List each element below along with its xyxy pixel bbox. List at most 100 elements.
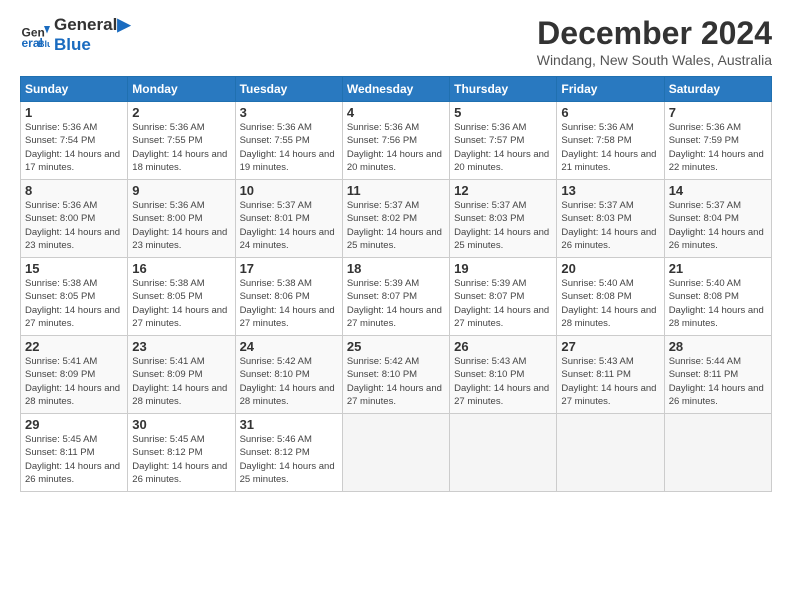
calendar-day: 20Sunrise: 5:40 AMSunset: 8:08 PMDayligh… <box>557 258 664 336</box>
calendar-table: Sunday Monday Tuesday Wednesday Thursday… <box>20 76 772 492</box>
svg-text:Blue: Blue <box>38 39 50 49</box>
calendar-day: 17Sunrise: 5:38 AMSunset: 8:06 PMDayligh… <box>235 258 342 336</box>
day-number: 15 <box>25 261 123 276</box>
day-info: Sunrise: 5:41 AMSunset: 8:09 PMDaylight:… <box>25 355 123 408</box>
calendar-day: 10Sunrise: 5:37 AMSunset: 8:01 PMDayligh… <box>235 180 342 258</box>
day-info: Sunrise: 5:39 AMSunset: 8:07 PMDaylight:… <box>347 277 445 330</box>
header-row: Sunday Monday Tuesday Wednesday Thursday… <box>21 77 772 102</box>
day-number: 14 <box>669 183 767 198</box>
calendar-day: 1Sunrise: 5:36 AMSunset: 7:54 PMDaylight… <box>21 102 128 180</box>
col-monday: Monday <box>128 77 235 102</box>
day-info: Sunrise: 5:36 AMSunset: 7:54 PMDaylight:… <box>25 121 123 174</box>
day-info: Sunrise: 5:38 AMSunset: 8:05 PMDaylight:… <box>132 277 230 330</box>
calendar-day: 4Sunrise: 5:36 AMSunset: 7:56 PMDaylight… <box>342 102 449 180</box>
calendar-day: 18Sunrise: 5:39 AMSunset: 8:07 PMDayligh… <box>342 258 449 336</box>
day-number: 19 <box>454 261 552 276</box>
calendar-day: 25Sunrise: 5:42 AMSunset: 8:10 PMDayligh… <box>342 336 449 414</box>
calendar-week-3: 15 Sunrise: 5:38 AMSunset: 8:05 PMDayligh… <box>21 258 772 336</box>
calendar-day <box>342 414 449 492</box>
logo-icon: Gen eral Blue <box>20 20 50 50</box>
day-number: 31 <box>240 417 338 432</box>
day-number: 3 <box>240 105 338 120</box>
header: Gen eral Blue General▶ Blue December 202… <box>20 15 772 68</box>
day-number: 10 <box>240 183 338 198</box>
day-info: Sunrise: 5:42 AMSunset: 8:10 PMDaylight:… <box>347 355 445 408</box>
day-info: Sunrise: 5:37 AMSunset: 8:04 PMDaylight:… <box>669 199 767 252</box>
day-number: 8 <box>25 183 123 198</box>
day-number: 21 <box>669 261 767 276</box>
day-info: Sunrise: 5:36 AMSunset: 7:59 PMDaylight:… <box>669 121 767 174</box>
logo-line1: General▶ <box>54 15 130 35</box>
calendar-week-2: 8Sunrise: 5:36 AMSunset: 8:00 PMDaylight… <box>21 180 772 258</box>
day-number: 30 <box>132 417 230 432</box>
day-info: Sunrise: 5:36 AMSunset: 7:55 PMDaylight:… <box>240 121 338 174</box>
day-number: 16 <box>132 261 230 276</box>
day-number: 18 <box>347 261 445 276</box>
page-container: Gen eral Blue General▶ Blue December 202… <box>0 0 792 502</box>
col-wednesday: Wednesday <box>342 77 449 102</box>
day-number: 29 <box>25 417 123 432</box>
calendar-day: 7Sunrise: 5:36 AMSunset: 7:59 PMDaylight… <box>664 102 771 180</box>
col-tuesday: Tuesday <box>235 77 342 102</box>
day-number: 2 <box>132 105 230 120</box>
day-number: 27 <box>561 339 659 354</box>
day-info: Sunrise: 5:36 AMSunset: 7:57 PMDaylight:… <box>454 121 552 174</box>
calendar-day: 23Sunrise: 5:41 AMSunset: 8:09 PMDayligh… <box>128 336 235 414</box>
day-number: 9 <box>132 183 230 198</box>
day-number: 1 <box>25 105 123 120</box>
col-friday: Friday <box>557 77 664 102</box>
calendar-day <box>450 414 557 492</box>
calendar-day: 30Sunrise: 5:45 AMSunset: 8:12 PMDayligh… <box>128 414 235 492</box>
calendar-day: 27Sunrise: 5:43 AMSunset: 8:11 PMDayligh… <box>557 336 664 414</box>
day-info: Sunrise: 5:44 AMSunset: 8:11 PMDaylight:… <box>669 355 767 408</box>
day-number: 20 <box>561 261 659 276</box>
month-title: December 2024 <box>537 15 772 52</box>
calendar-week-5: 29Sunrise: 5:45 AMSunset: 8:11 PMDayligh… <box>21 414 772 492</box>
day-number: 28 <box>669 339 767 354</box>
day-info: Sunrise: 5:39 AMSunset: 8:07 PMDaylight:… <box>454 277 552 330</box>
calendar-day: 15Sunrise: 5:38 AMSunset: 8:05 PMDayligh… <box>21 258 128 336</box>
location: Windang, New South Wales, Australia <box>537 52 772 68</box>
calendar-day: 11Sunrise: 5:37 AMSunset: 8:02 PMDayligh… <box>342 180 449 258</box>
calendar-day: 26Sunrise: 5:43 AMSunset: 8:10 PMDayligh… <box>450 336 557 414</box>
calendar-day <box>664 414 771 492</box>
calendar-day <box>557 414 664 492</box>
calendar-week-4: 22Sunrise: 5:41 AMSunset: 8:09 PMDayligh… <box>21 336 772 414</box>
day-info: Sunrise: 5:40 AMSunset: 8:08 PMDaylight:… <box>561 277 659 330</box>
day-info: Sunrise: 5:41 AMSunset: 8:09 PMDaylight:… <box>132 355 230 408</box>
day-number: 26 <box>454 339 552 354</box>
title-block: December 2024 Windang, New South Wales, … <box>537 15 772 68</box>
day-info: Sunrise: 5:36 AMSunset: 8:00 PMDaylight:… <box>132 199 230 252</box>
day-info: Sunrise: 5:37 AMSunset: 8:03 PMDaylight:… <box>454 199 552 252</box>
calendar-week-1: 1Sunrise: 5:36 AMSunset: 7:54 PMDaylight… <box>21 102 772 180</box>
col-saturday: Saturday <box>664 77 771 102</box>
day-info: Sunrise: 5:36 AMSunset: 7:58 PMDaylight:… <box>561 121 659 174</box>
col-thursday: Thursday <box>450 77 557 102</box>
day-info: Sunrise: 5:42 AMSunset: 8:10 PMDaylight:… <box>240 355 338 408</box>
day-number: 17 <box>240 261 338 276</box>
day-number: 12 <box>454 183 552 198</box>
day-info: Sunrise: 5:36 AMSunset: 8:00 PMDaylight:… <box>25 199 123 252</box>
day-info: Sunrise: 5:38 AMSunset: 8:06 PMDaylight:… <box>240 277 338 330</box>
calendar-day: 31Sunrise: 5:46 AMSunset: 8:12 PMDayligh… <box>235 414 342 492</box>
calendar-day: 21Sunrise: 5:40 AMSunset: 8:08 PMDayligh… <box>664 258 771 336</box>
calendar-day: 6Sunrise: 5:36 AMSunset: 7:58 PMDaylight… <box>557 102 664 180</box>
day-info: Sunrise: 5:43 AMSunset: 8:10 PMDaylight:… <box>454 355 552 408</box>
calendar-day: 19Sunrise: 5:39 AMSunset: 8:07 PMDayligh… <box>450 258 557 336</box>
day-number: 13 <box>561 183 659 198</box>
day-info: Sunrise: 5:37 AMSunset: 8:02 PMDaylight:… <box>347 199 445 252</box>
calendar-day: 3Sunrise: 5:36 AMSunset: 7:55 PMDaylight… <box>235 102 342 180</box>
day-number: 4 <box>347 105 445 120</box>
calendar-day: 12Sunrise: 5:37 AMSunset: 8:03 PMDayligh… <box>450 180 557 258</box>
calendar-body: 1Sunrise: 5:36 AMSunset: 7:54 PMDaylight… <box>21 102 772 492</box>
day-number: 11 <box>347 183 445 198</box>
day-info: Sunrise: 5:37 AMSunset: 8:01 PMDaylight:… <box>240 199 338 252</box>
day-info: Sunrise: 5:45 AMSunset: 8:12 PMDaylight:… <box>132 433 230 486</box>
calendar-day: 5Sunrise: 5:36 AMSunset: 7:57 PMDaylight… <box>450 102 557 180</box>
day-info: Sunrise: 5:45 AMSunset: 8:11 PMDaylight:… <box>25 433 123 486</box>
calendar-day: 9Sunrise: 5:36 AMSunset: 8:00 PMDaylight… <box>128 180 235 258</box>
day-number: 7 <box>669 105 767 120</box>
calendar-day: 16Sunrise: 5:38 AMSunset: 8:05 PMDayligh… <box>128 258 235 336</box>
day-number: 24 <box>240 339 338 354</box>
calendar-day: 29Sunrise: 5:45 AMSunset: 8:11 PMDayligh… <box>21 414 128 492</box>
